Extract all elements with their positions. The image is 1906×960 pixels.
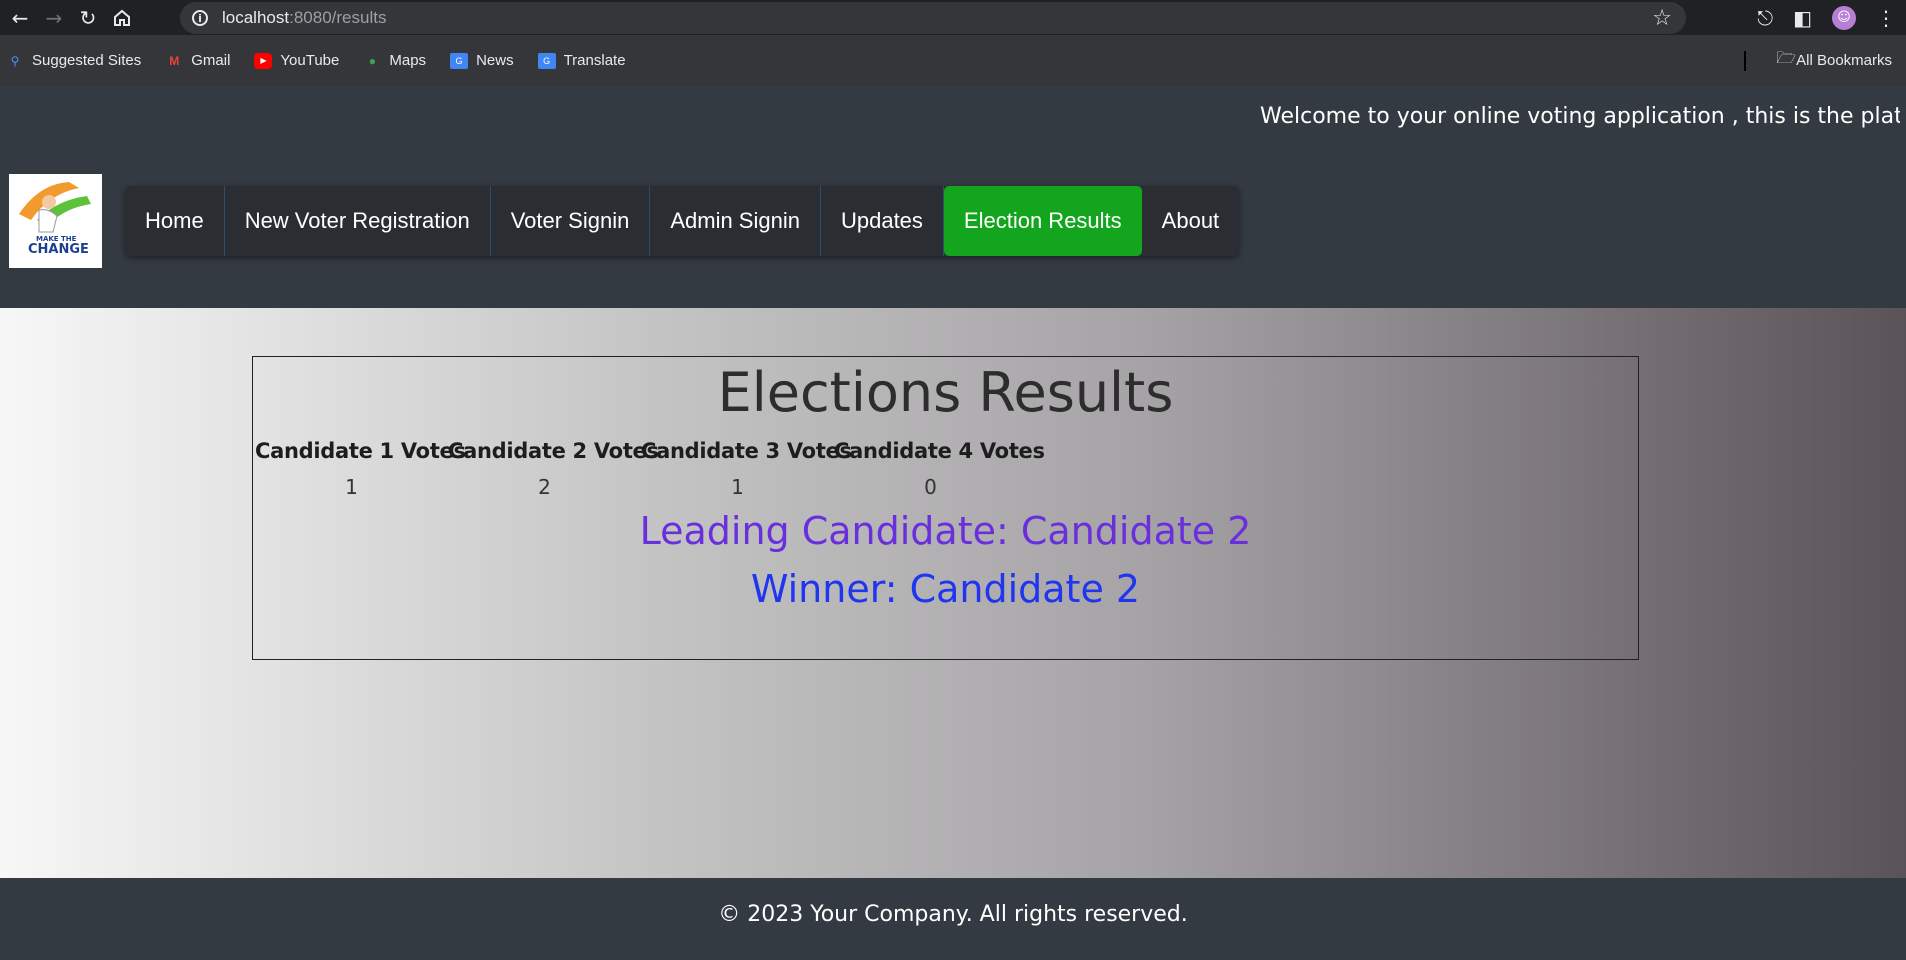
bookmark-youtube[interactable]: ▶ YouTube <box>254 52 339 69</box>
column-header: Candidate 3 Votes <box>641 439 852 463</box>
votes-column: Candidate 4 Votes 0 <box>834 439 1045 499</box>
nav-updates[interactable]: Updates <box>821 186 944 256</box>
votes-table: Candidate 1 Votes 1 Candidate 2 Votes 2 … <box>255 439 1045 499</box>
vote-count: 1 <box>731 475 744 499</box>
column-header: Candidate 1 Votes <box>255 439 466 463</box>
votes-column: Candidate 2 Votes 2 <box>448 439 659 499</box>
address-bar[interactable]: i localhost:8080/results ☆ <box>180 2 1686 34</box>
column-header: Candidate 4 Votes <box>834 439 1045 463</box>
youtube-icon: ▶ <box>254 52 273 69</box>
bookmark-suggested-sites[interactable]: ⚲ Suggested Sites <box>6 52 142 69</box>
votes-column: Candidate 3 Votes 1 <box>641 439 852 499</box>
page-title: Elections Results <box>717 361 1174 424</box>
news-icon: G <box>450 52 469 69</box>
browser-toolbar: ← → ↻ i localhost:8080/results ☆ ⎋ ◧ ☺ ⋮ <box>0 0 1906 35</box>
bookmarks-bar: ⚲ Suggested Sites M Gmail ▶ YouTube ● Maps G… <box>0 35 1906 86</box>
results-panel: Elections Results Candidate 1 Votes 1 Ca… <box>252 356 1639 660</box>
back-icon[interactable]: ← <box>6 4 34 32</box>
home-icon[interactable] <box>108 4 136 32</box>
extensions-icon[interactable]: ⎋ <box>1757 6 1773 30</box>
column-header: Candidate 2 Votes <box>448 439 659 463</box>
main-nav: Home New Voter Registration Voter Signin… <box>125 186 1240 256</box>
bookmark-news[interactable]: G News <box>450 52 514 69</box>
profile-avatar[interactable]: ☺ <box>1832 5 1856 30</box>
vote-count: 2 <box>538 475 551 499</box>
bookmark-maps[interactable]: ● Maps <box>363 52 426 69</box>
votes-column: Candidate 1 Votes 1 <box>255 439 466 499</box>
side-panel-icon[interactable]: ◧ <box>1793 6 1812 30</box>
folder-icon: 🗁 <box>1776 50 1797 67</box>
menu-icon[interactable]: ⋮ <box>1876 6 1896 30</box>
main-content: Elections Results Candidate 1 Votes 1 Ca… <box>0 308 1906 878</box>
leading-candidate: Leading Candidate: Candidate 2 <box>639 509 1252 553</box>
footer-copyright: © 2023 Your Company. All rights reserved… <box>718 902 1188 927</box>
bookmark-gmail[interactable]: M Gmail <box>165 52 230 69</box>
vote-count: 0 <box>924 475 937 499</box>
translate-icon: G <box>537 52 556 69</box>
logo[interactable]: MAKE THE CHANGE <box>9 174 102 268</box>
bookmarks-divider <box>1744 50 1746 71</box>
url-text[interactable]: localhost:8080/results <box>222 8 386 28</box>
maps-pin-icon: ● <box>368 53 376 68</box>
search-icon: ⚲ <box>10 53 20 68</box>
all-bookmarks[interactable]: 🗁 All Bookmarks <box>1776 47 1892 74</box>
bookmark-translate[interactable]: G Translate <box>537 52 626 69</box>
reload-icon[interactable]: ↻ <box>74 4 102 32</box>
welcome-marquee: Welcome to your online voting applicatio… <box>1260 104 1900 129</box>
footer: © 2023 Your Company. All rights reserved… <box>0 878 1906 960</box>
gmail-icon: M <box>169 53 180 68</box>
winner-candidate: Winner: Candidate 2 <box>750 567 1141 611</box>
site-header: Welcome to your online voting applicatio… <box>0 86 1906 308</box>
forward-icon[interactable]: → <box>40 4 68 32</box>
nav-about[interactable]: About <box>1142 186 1240 256</box>
nav-admin-signin[interactable]: Admin Signin <box>650 186 821 256</box>
site-info-icon[interactable]: i <box>192 10 208 26</box>
nav-voter-signin[interactable]: Voter Signin <box>491 186 651 256</box>
bookmark-star-icon[interactable]: ☆ <box>1652 6 1672 31</box>
vote-count: 1 <box>345 475 358 499</box>
nav-election-results[interactable]: Election Results <box>943 186 1142 256</box>
nav-home[interactable]: Home <box>125 186 225 256</box>
nav-new-voter-registration[interactable]: New Voter Registration <box>225 186 491 256</box>
